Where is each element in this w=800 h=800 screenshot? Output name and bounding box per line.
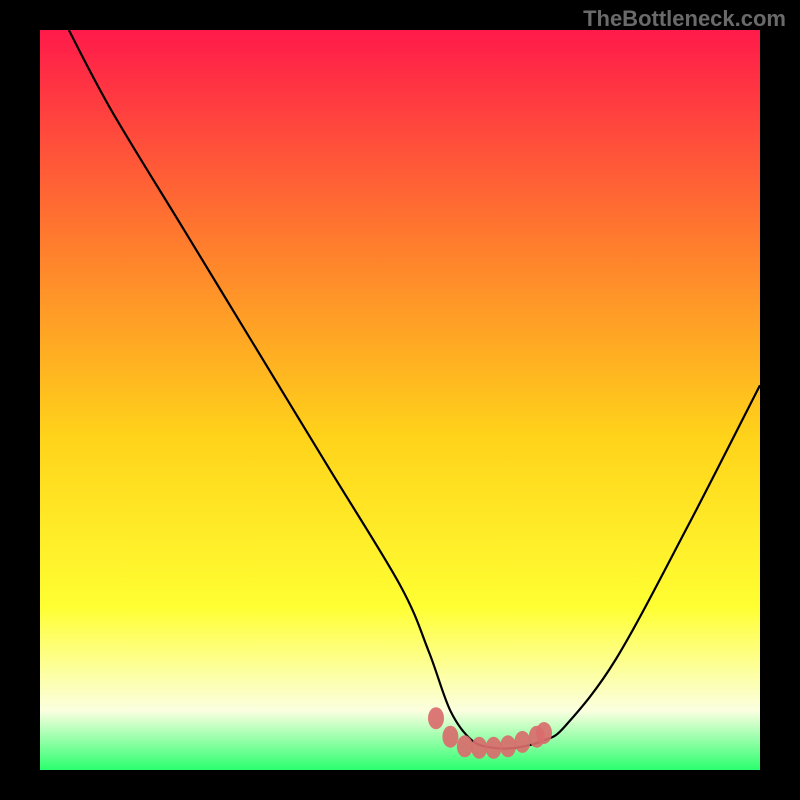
- marker-dot: [428, 707, 444, 729]
- plot-area: [40, 30, 760, 770]
- marker-dot: [500, 735, 516, 757]
- marker-dot: [486, 737, 502, 759]
- chart-container: TheBottleneck.com: [0, 0, 800, 800]
- marker-dot: [536, 722, 552, 744]
- watermark-text: TheBottleneck.com: [583, 6, 786, 32]
- marker-dot: [442, 726, 458, 748]
- marker-dot: [457, 735, 473, 757]
- marker-dot: [514, 731, 530, 753]
- gradient-background: [40, 30, 760, 770]
- chart-svg: [40, 30, 760, 770]
- marker-dot: [471, 737, 487, 759]
